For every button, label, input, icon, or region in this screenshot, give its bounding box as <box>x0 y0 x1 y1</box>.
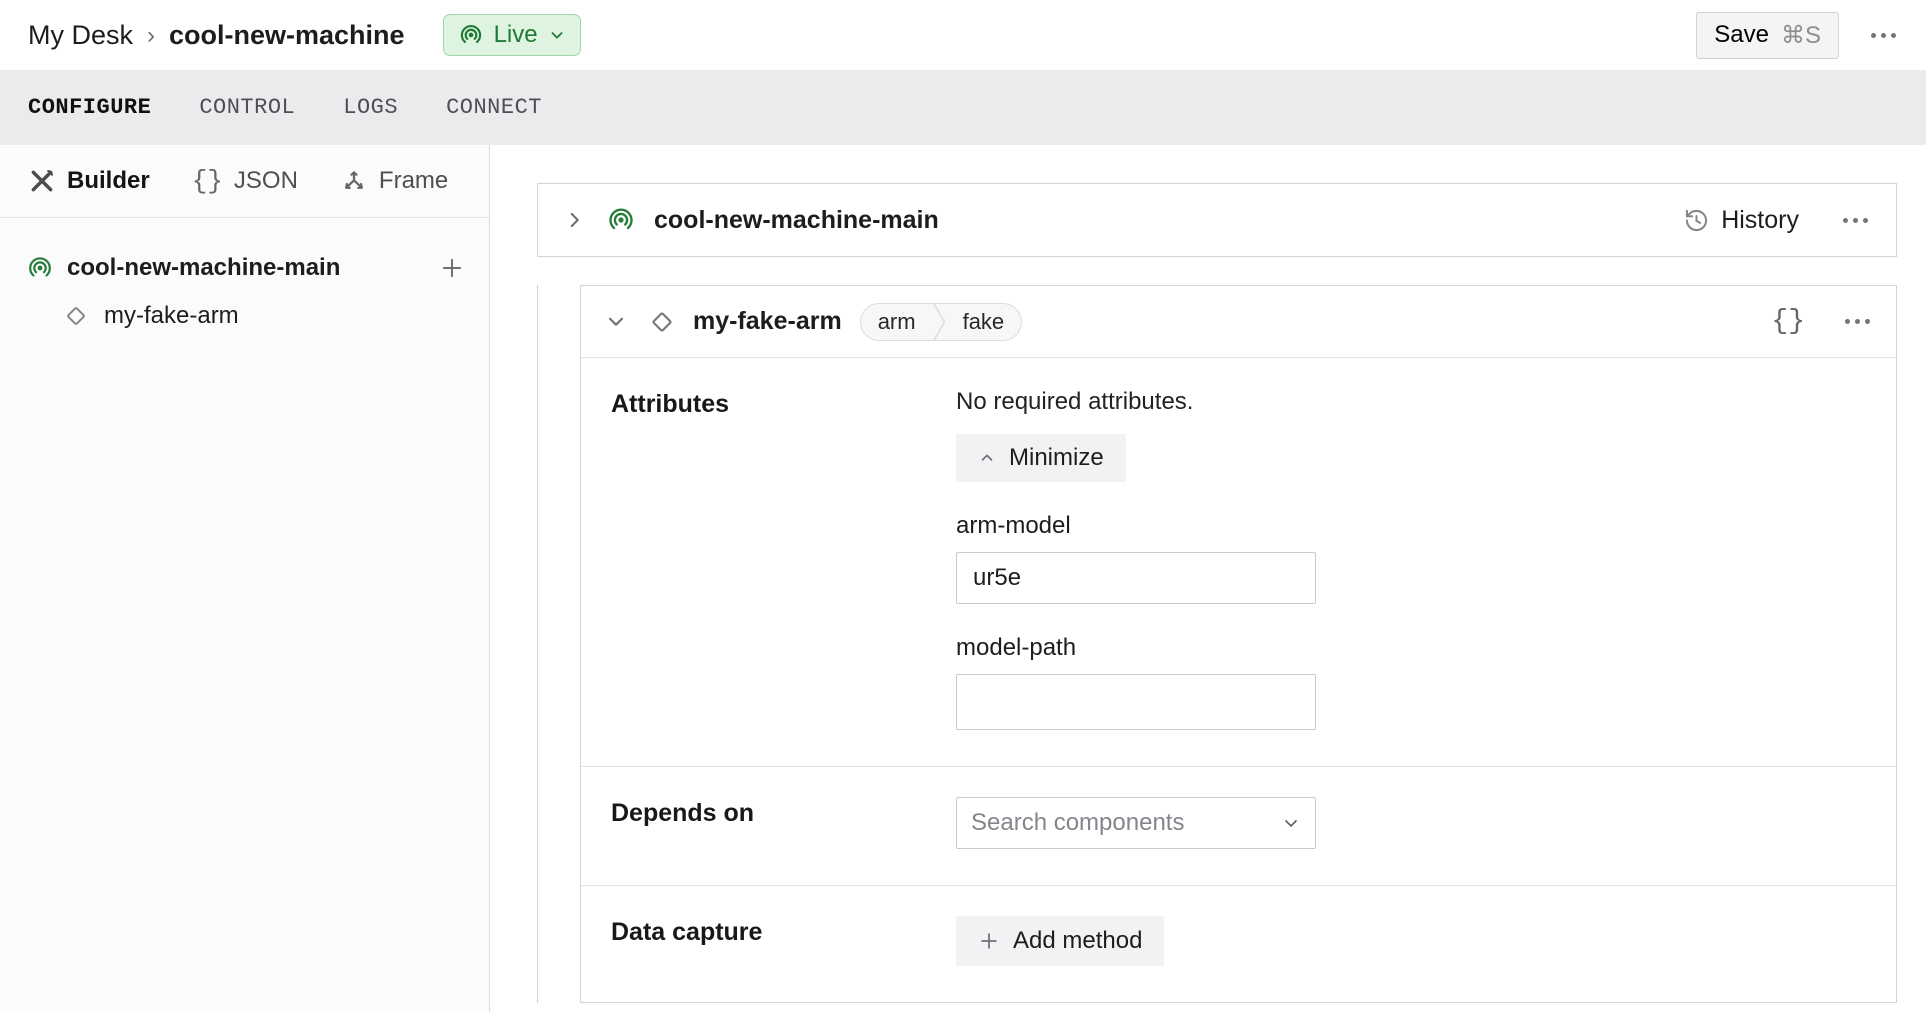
save-button-label: Save <box>1714 21 1769 49</box>
tab-configure[interactable]: CONFIGURE <box>28 95 151 120</box>
frame-axes-icon <box>340 167 368 195</box>
mode-frame[interactable]: Frame <box>340 167 448 195</box>
save-button[interactable]: Save ⌘S <box>1696 12 1839 59</box>
component-more-menu[interactable] <box>1843 313 1872 330</box>
machine-part-title: cool-new-machine-main <box>654 206 939 235</box>
mode-frame-label: Frame <box>379 167 448 195</box>
data-capture-section: Data capture Add method <box>581 885 1896 1002</box>
model-path-input[interactable] <box>956 674 1316 730</box>
component-tree: cool-new-machine-main my-fake-arm <box>0 218 489 342</box>
history-button-label: History <box>1721 206 1799 235</box>
depends-on-placeholder: Search components <box>971 809 1184 837</box>
attributes-empty-text: No required attributes. <box>956 388 1866 416</box>
page-title: cool-new-machine <box>169 20 405 51</box>
mode-json[interactable]: {} JSON <box>192 166 298 196</box>
history-icon <box>1683 207 1710 234</box>
config-main-panel: cool-new-machine-main History <box>490 145 1926 1012</box>
chevron-right-icon[interactable] <box>564 209 586 231</box>
history-button[interactable]: History <box>1683 206 1799 235</box>
tree-item-label: cool-new-machine-main <box>67 254 340 282</box>
data-capture-heading: Data capture <box>611 916 956 966</box>
chevron-up-icon <box>978 449 996 467</box>
save-shortcut: ⌘S <box>1781 21 1821 50</box>
arm-model-input[interactable] <box>956 552 1316 604</box>
field-label-arm-model: arm-model <box>956 512 1866 540</box>
machine-part-card-header[interactable]: cool-new-machine-main History <box>537 183 1897 257</box>
component-title: my-fake-arm <box>693 307 842 336</box>
component-type-badge: arm fake <box>860 303 1022 341</box>
breadcrumb-separator: › <box>147 20 155 50</box>
braces-icon: {} <box>192 166 223 196</box>
mode-builder-label: Builder <box>67 167 150 195</box>
diamond-icon <box>62 302 90 330</box>
mode-builder[interactable]: Builder <box>28 167 150 195</box>
depends-on-heading: Depends on <box>611 797 956 849</box>
component-card-header[interactable]: my-fake-arm arm fake {} <box>581 286 1896 358</box>
app-header: My Desk › cool-new-machine Live Save ⌘S <box>0 0 1926 70</box>
badge-type: arm <box>861 309 933 335</box>
chevron-down-icon[interactable] <box>605 311 627 333</box>
tree-item-label: my-fake-arm <box>104 302 239 330</box>
breadcrumb: My Desk › cool-new-machine <box>28 20 405 51</box>
tools-icon <box>28 167 56 195</box>
tree-connector: my-fake-arm arm fake {} Attr <box>537 285 1897 1003</box>
broadcast-icon <box>458 22 484 48</box>
breadcrumb-parent-link[interactable]: My Desk <box>28 20 133 51</box>
badge-model: fake <box>946 309 1022 335</box>
field-label-model-path: model-path <box>956 634 1866 662</box>
mode-json-label: JSON <box>234 167 298 195</box>
tree-item-component[interactable]: my-fake-arm <box>0 290 489 342</box>
add-method-button[interactable]: Add method <box>956 916 1164 966</box>
badge-separator-chevron <box>933 303 946 341</box>
attributes-heading: Attributes <box>611 388 956 730</box>
header-more-menu-button[interactable] <box>1869 27 1898 44</box>
status-badge-label: Live <box>494 21 538 49</box>
diamond-icon <box>647 307 677 337</box>
plus-icon <box>978 930 1000 952</box>
add-method-label: Add method <box>1013 927 1142 955</box>
component-card: my-fake-arm arm fake {} Attr <box>580 285 1897 1003</box>
part-card-more-menu[interactable] <box>1841 212 1870 229</box>
tab-connect[interactable]: CONNECT <box>446 95 542 120</box>
depends-on-select[interactable]: Search components <box>956 797 1316 849</box>
minimize-button[interactable]: Minimize <box>956 434 1126 482</box>
machine-status-dropdown[interactable]: Live <box>443 14 581 56</box>
tab-logs[interactable]: LOGS <box>343 95 398 120</box>
config-sidebar: Builder {} JSON Frame <box>0 145 490 1012</box>
tree-item-machine-part[interactable]: cool-new-machine-main <box>0 246 489 290</box>
chevron-down-icon <box>1281 813 1301 833</box>
sidebar-mode-switcher: Builder {} JSON Frame <box>0 145 489 218</box>
main-nav-tabs: CONFIGURE CONTROL LOGS CONNECT <box>0 70 1926 145</box>
minimize-button-label: Minimize <box>1009 444 1104 472</box>
broadcast-icon <box>606 205 636 235</box>
chevron-down-icon <box>548 26 566 44</box>
add-component-button[interactable] <box>439 255 465 281</box>
attributes-section: Attributes No required attributes. Minim… <box>581 358 1896 766</box>
depends-on-section: Depends on Search components <box>581 766 1896 885</box>
broadcast-icon <box>26 254 54 282</box>
braces-icon[interactable]: {} <box>1771 306 1805 337</box>
tab-control[interactable]: CONTROL <box>199 95 295 120</box>
